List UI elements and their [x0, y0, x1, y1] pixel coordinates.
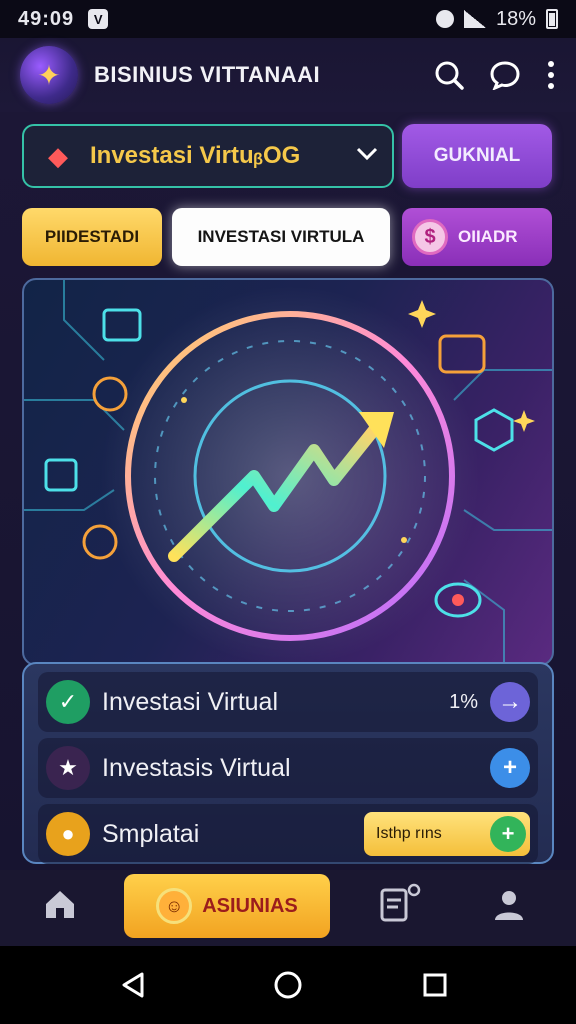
status-icons: 18% — [435, 7, 558, 31]
main-content: ◆ Investasi VirtuᵦOG GUKNIAL PIIDESTADI … — [0, 112, 576, 870]
growth-chart-illustration — [24, 280, 552, 664]
status-time: 49:09 — [18, 7, 75, 30]
investment-selector[interactable]: ◆ Investasi VirtuᵦOG — [22, 124, 394, 188]
tab-oiiadr[interactable]: $ OIIADR — [402, 208, 552, 266]
search-icon[interactable] — [434, 60, 464, 90]
list-item[interactable]: ★ Investasis Virtual + — [38, 738, 538, 798]
alarm-icon — [435, 10, 454, 28]
bottom-navigation: ☺ ASIUNIAS — [0, 870, 576, 946]
tab-piidestadi[interactable]: PIIDESTADI — [22, 208, 162, 266]
investment-list: ✓ Investasi Virtual 1% → ★ Investasis Vi… — [22, 662, 554, 864]
tab-investasi-virtual[interactable]: INVESTASI VIRTULA — [172, 208, 390, 266]
list-item-label: Investasi Virtual — [102, 687, 279, 716]
add-button[interactable]: + — [490, 748, 530, 788]
document-notification-icon[interactable] — [376, 882, 424, 926]
list-item-percent: 1% — [449, 690, 478, 713]
list-item[interactable]: ● Smplatai Isthp rıns + — [38, 804, 538, 864]
selector-label: Investasi VirtuᵦOG — [90, 142, 301, 169]
dollar-coin-icon: $ — [412, 219, 448, 255]
system-navigation-bar — [0, 946, 576, 1024]
home-circle-icon[interactable] — [273, 970, 303, 1005]
nav-asiunias[interactable]: ☺ ASIUNIAS — [124, 874, 330, 938]
tab-oiiadr-label: OIIADR — [458, 227, 518, 246]
rocket-icon: ✦ — [37, 59, 61, 91]
check-badge-icon: ✓ — [46, 680, 90, 724]
notification-icon: V — [88, 9, 109, 29]
list-item-label: Smplatai — [102, 819, 200, 848]
battery-percent: 18% — [495, 7, 536, 30]
star-icon: ★ — [46, 746, 90, 790]
gukial-button[interactable]: GUKNIAL — [402, 124, 552, 188]
status-bar: 49:09 V 18% — [0, 0, 576, 38]
more-menu-icon[interactable] — [546, 60, 556, 90]
app-logo[interactable]: ✦ — [20, 46, 78, 104]
location-pin-icon: ● — [46, 812, 90, 856]
list-item[interactable]: ✓ Investasi Virtual 1% → — [38, 672, 538, 732]
signal-icon — [463, 10, 486, 28]
back-icon[interactable] — [118, 970, 148, 1005]
user-avatar-icon: ☺ — [156, 888, 193, 924]
setup-button[interactable]: Isthp rıns + — [364, 812, 530, 856]
arrow-right-button[interactable]: → — [490, 682, 530, 722]
profile-icon[interactable] — [490, 886, 528, 924]
setup-button-label: Isthp rıns — [376, 825, 442, 842]
app-title: BISINIUS VITTANAAI — [94, 62, 321, 87]
plus-icon: + — [490, 816, 526, 852]
chevron-down-icon — [356, 147, 378, 166]
chat-icon[interactable] — [490, 60, 520, 90]
app-header: ✦ BISINIUS VITTANAAI — [0, 38, 576, 112]
list-item-label: Investasis Virtual — [102, 753, 291, 782]
hero-illustration — [22, 278, 554, 666]
gem-icon: ◆ — [48, 140, 68, 171]
battery-icon — [546, 9, 558, 29]
recents-icon[interactable] — [422, 972, 448, 1003]
home-icon[interactable] — [42, 886, 78, 922]
nav-active-label: ASIUNIAS — [202, 894, 298, 917]
